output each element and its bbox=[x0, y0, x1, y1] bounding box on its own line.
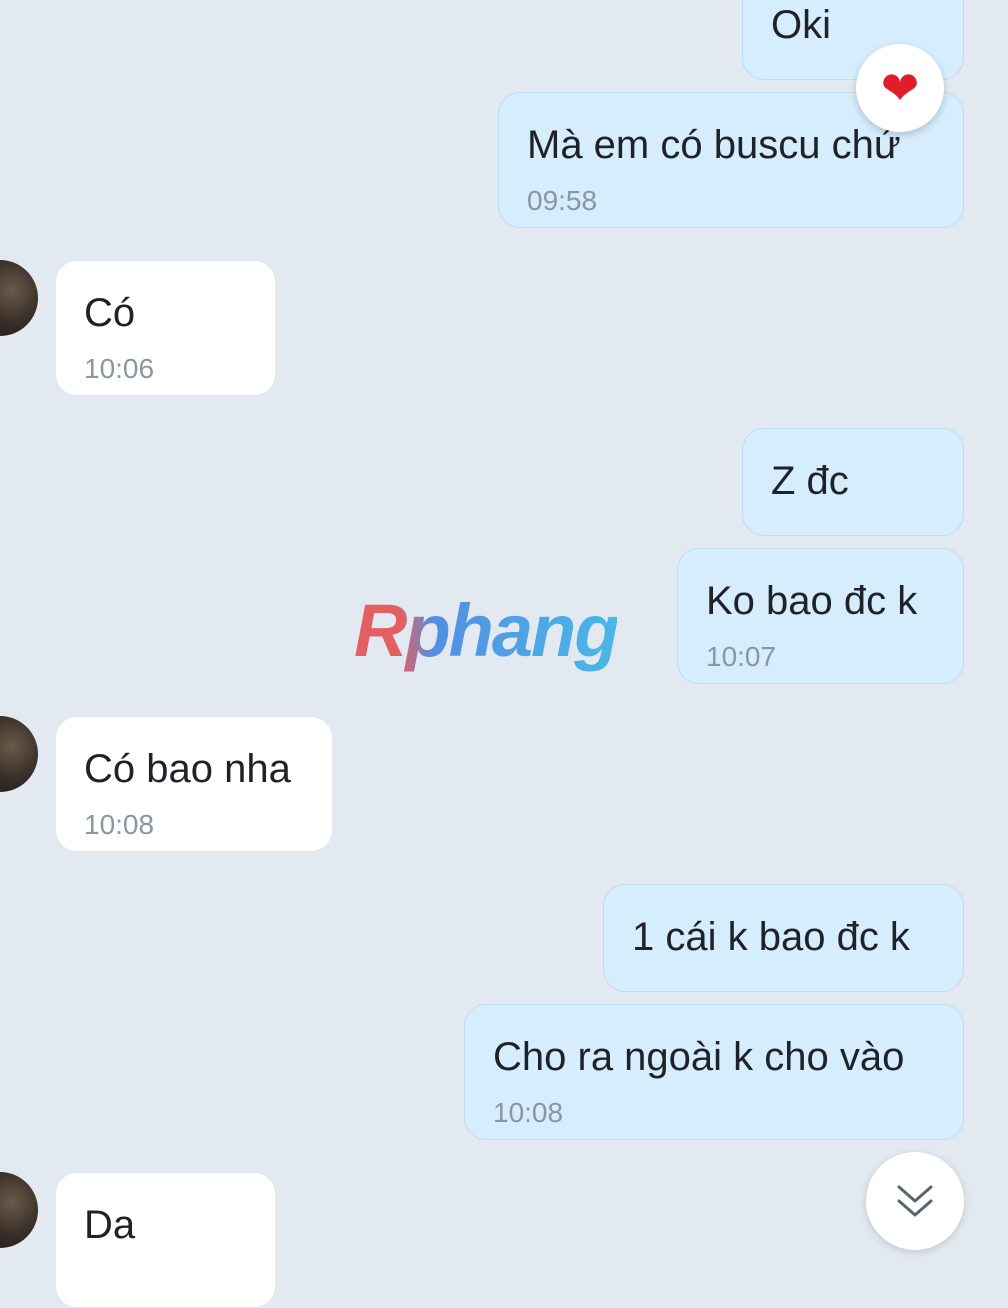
avatar[interactable] bbox=[0, 716, 38, 792]
avatar[interactable] bbox=[0, 1172, 38, 1248]
message-timestamp: 09:58 bbox=[527, 185, 598, 216]
message-text: Mà em có buscu chứ bbox=[527, 123, 901, 167]
message-timestamp: 10:08 bbox=[84, 809, 155, 840]
heart-icon: ❤ bbox=[880, 62, 920, 114]
message-text: Ko bao đc k bbox=[706, 579, 918, 623]
message-bubble-outgoing[interactable]: Z đc bbox=[742, 428, 964, 536]
message-text: Cho ra ngoài k cho vào bbox=[493, 1035, 905, 1079]
message-bubble-outgoing[interactable]: Cho ra ngoài k cho vào 10:08 bbox=[464, 1004, 964, 1140]
watermark-logo: Rphang bbox=[354, 589, 619, 672]
message-timestamp: 10:07 bbox=[706, 641, 777, 672]
message-text: Da bbox=[84, 1203, 136, 1247]
double-chevron-down-icon bbox=[897, 1185, 933, 1217]
message-bubble-incoming[interactable]: Da bbox=[55, 1172, 276, 1308]
message-bubble-outgoing[interactable]: Ko bao đc k 10:07 bbox=[677, 548, 964, 684]
message-text: Có bbox=[84, 291, 136, 335]
message-text: Z đc bbox=[771, 459, 849, 503]
message-text: Oki bbox=[771, 3, 831, 47]
message-bubble-incoming[interactable]: Có bao nha 10:08 bbox=[55, 716, 333, 852]
message-bubble-incoming[interactable]: Có 10:06 bbox=[55, 260, 276, 396]
avatar[interactable] bbox=[0, 260, 38, 336]
message-bubble-outgoing[interactable]: 1 cái k bao đc k bbox=[603, 884, 964, 992]
message-timestamp: 10:08 bbox=[493, 1097, 564, 1128]
message-text: 1 cái k bao đc k bbox=[632, 915, 910, 959]
reaction-badge[interactable]: ❤ bbox=[856, 44, 944, 132]
scroll-to-bottom-button[interactable] bbox=[866, 1152, 964, 1250]
message-text: Có bao nha bbox=[84, 747, 291, 791]
message-timestamp: 10:06 bbox=[84, 353, 155, 384]
